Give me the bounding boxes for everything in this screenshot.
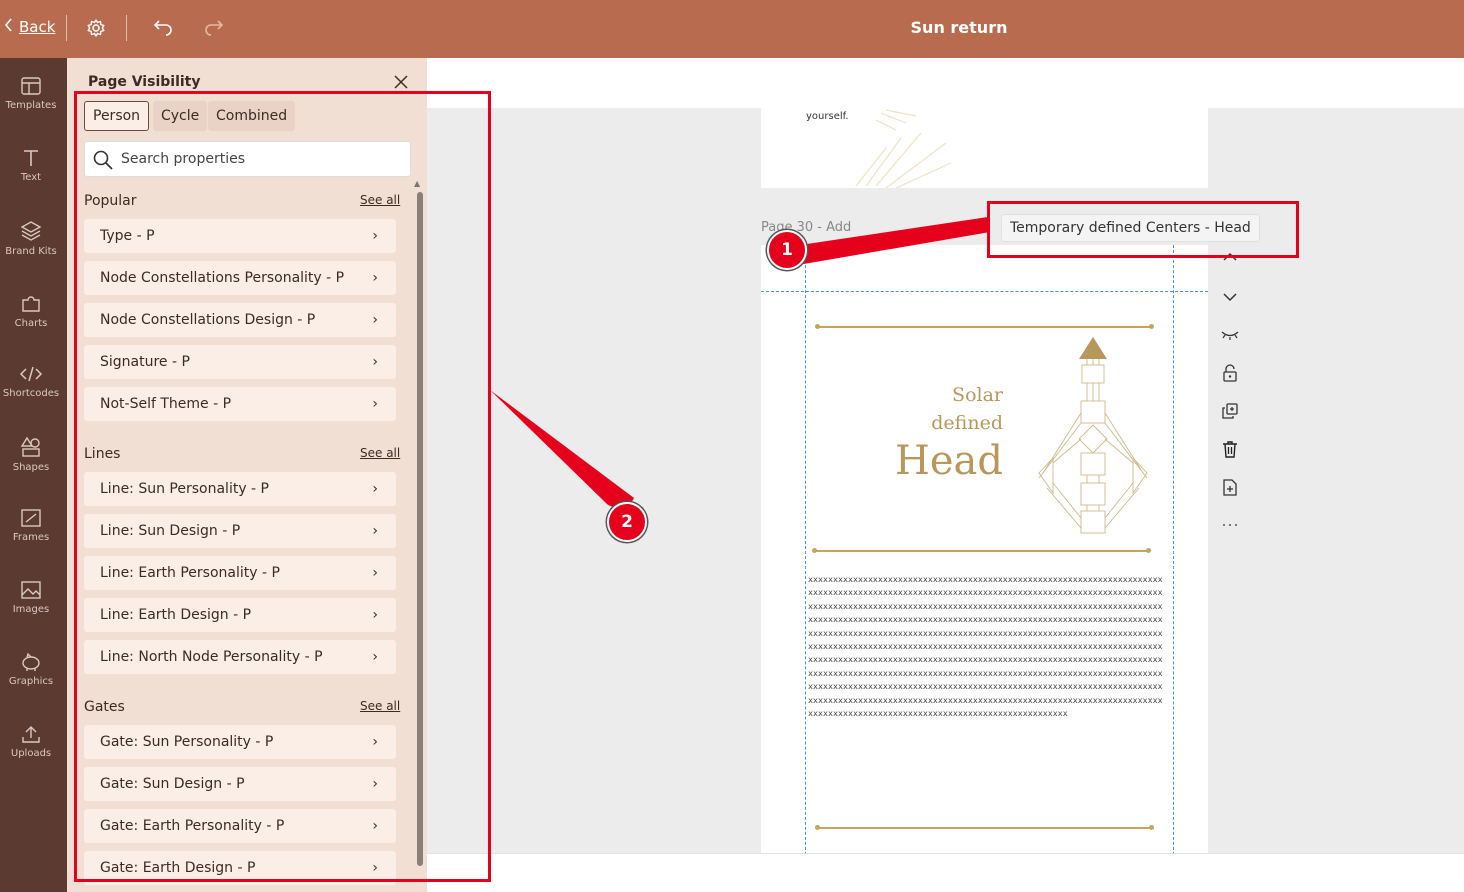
canvas-toolbar-strip <box>427 58 1464 108</box>
uploads-icon <box>22 726 40 743</box>
rail-item-frames[interactable]: Frames <box>0 502 62 566</box>
canvas-bottom-bar <box>427 853 1464 892</box>
top-bar: Back Sun return <box>0 0 1464 58</box>
rail-label: Shortcodes <box>2 388 60 399</box>
rail-item-charts[interactable]: Charts <box>0 286 62 350</box>
guide-line <box>761 291 1208 292</box>
left-rail: Templates Text Brand Kits Charts Shortco… <box>0 58 67 892</box>
more-options-icon[interactable] <box>1219 514 1241 536</box>
gold-divider[interactable] <box>812 548 1151 553</box>
rail-item-templates[interactable]: Templates <box>0 70 62 134</box>
frames-icon <box>21 509 41 527</box>
rail-item-graphics[interactable]: Graphics <box>0 646 62 710</box>
shapes-icon <box>20 436 40 457</box>
document-title-wrap: Sun return <box>0 18 1464 37</box>
hide-eye-icon[interactable] <box>1219 324 1241 346</box>
shortcodes-icon <box>19 366 43 382</box>
rail-item-text[interactable]: Text <box>0 142 62 206</box>
rail-item-uploads[interactable]: Uploads <box>0 718 62 782</box>
callout-box-2 <box>74 91 491 882</box>
rail-label: Frames <box>12 532 50 543</box>
current-page[interactable]: Solar defined Head xxxxxxxxxxxxxxxxxxxxx… <box>761 245 1208 853</box>
body-text[interactable]: xxxxxxxxxxxxxxxxxxxxxxxxxxxxxxxxxxxxxxxx… <box>808 573 1163 720</box>
annotation-badge-1: 1 <box>767 230 807 270</box>
design-canvas[interactable]: yourself. Page 30 - Add Solar defined He… <box>427 108 1464 853</box>
rail-item-brand-kits[interactable]: Brand Kits <box>0 214 62 278</box>
gold-divider[interactable] <box>815 825 1154 830</box>
images-icon <box>21 581 41 599</box>
guide-line <box>1173 245 1174 853</box>
previous-page[interactable]: yourself. <box>761 108 1208 188</box>
rail-label: Uploads <box>10 748 52 759</box>
text-icon <box>24 150 38 166</box>
rail-item-images[interactable]: Images <box>0 574 62 638</box>
rail-item-shortcodes[interactable]: Shortcodes <box>0 358 62 422</box>
heading-line: Solar <box>952 384 1003 406</box>
document-title: Sun return <box>910 18 1008 37</box>
unlock-icon[interactable] <box>1219 362 1241 384</box>
rail-label: Text <box>20 172 42 183</box>
previous-page-text: yourself. <box>806 111 849 122</box>
rail-label: Templates <box>5 100 57 111</box>
delete-trash-icon[interactable] <box>1219 438 1241 460</box>
rail-label: Charts <box>14 318 48 329</box>
annotation-badge-2: 2 <box>607 502 647 542</box>
guide-line <box>805 245 806 853</box>
close-icon[interactable] <box>391 72 411 92</box>
heading-line: Head <box>894 438 1003 484</box>
heading-line: defined <box>931 412 1003 434</box>
duplicate-icon[interactable] <box>1219 400 1241 422</box>
rail-label: Images <box>12 604 50 615</box>
sun-rays-graphic <box>855 109 952 188</box>
heading-text-block[interactable]: Solar defined Head <box>895 381 1003 485</box>
bodygraph-illustration[interactable] <box>1033 333 1153 538</box>
rail-item-shapes[interactable]: Shapes <box>0 430 62 494</box>
add-page-icon[interactable] <box>1219 476 1241 498</box>
brand-kits-icon <box>20 221 42 241</box>
piggy-bank-icon <box>22 652 40 671</box>
gold-divider[interactable] <box>815 324 1154 329</box>
charts-icon <box>22 296 40 312</box>
move-down-icon[interactable] <box>1219 286 1241 308</box>
rail-label: Shapes <box>12 462 50 473</box>
rail-label: Graphics <box>8 676 54 687</box>
rail-label: Brand Kits <box>5 246 57 257</box>
templates-icon <box>21 77 41 95</box>
panel-title: Page Visibility <box>88 74 201 90</box>
callout-box-1 <box>987 201 1299 258</box>
